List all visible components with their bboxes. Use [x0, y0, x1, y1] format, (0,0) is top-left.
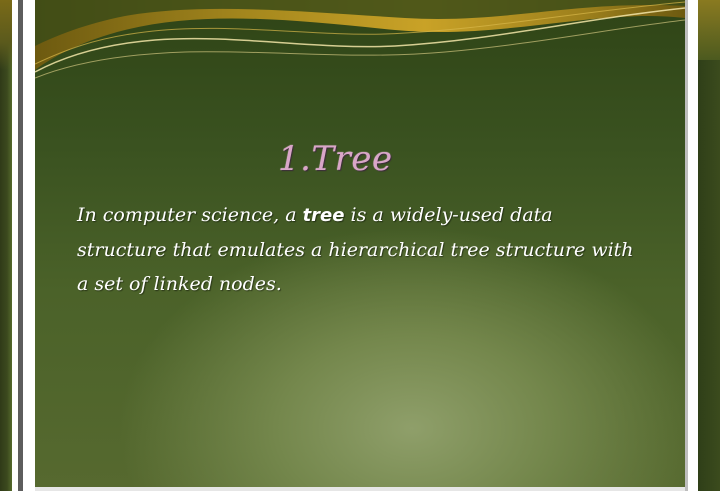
next-slide-thumbnail[interactable]: [698, 0, 720, 491]
slide-body-text: In computer science, a tree is a widely-…: [77, 198, 637, 301]
slide-title: 1.Tree: [278, 139, 393, 179]
body-text-bold-term: tree: [302, 205, 345, 226]
body-text-start: In computer science, a: [77, 204, 303, 226]
slide-bottom-border: [35, 487, 685, 491]
viewer-divider-right: [685, 0, 688, 491]
previous-slide-decoration: [0, 0, 12, 70]
previous-slide-thumbnail[interactable]: [0, 0, 12, 491]
slide-swoosh-decoration: [35, 0, 685, 79]
viewer-gap: [23, 0, 35, 491]
next-slide-decoration: [698, 0, 720, 60]
current-slide: 1.Tree In computer science, a tree is a …: [35, 0, 685, 487]
